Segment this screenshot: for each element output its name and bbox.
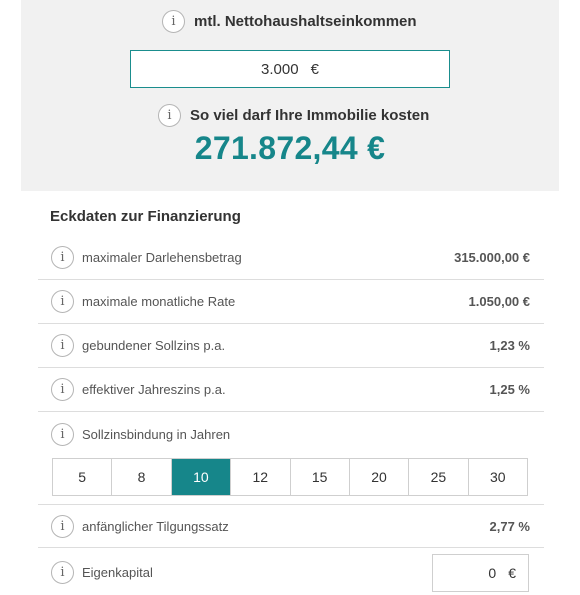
term-option-15[interactable]: 15 bbox=[290, 459, 350, 495]
term-label: Sollzinsbindung in Jahren bbox=[82, 426, 231, 442]
income-calculator-panel: i mtl. Nettohaushaltseinkommen 3.000 € i… bbox=[21, 0, 559, 191]
property-price-label: So viel darf Ihre Immobilie kosten bbox=[190, 107, 430, 124]
info-icon[interactable]: i bbox=[51, 246, 74, 269]
row-effective-interest: i effektiver Jahreszins p.a. 1,25 % bbox=[38, 368, 544, 412]
max-rate-label: maximale monatliche Rate bbox=[82, 294, 236, 309]
max-loan-label: maximaler Darlehensbetrag bbox=[82, 250, 242, 265]
financing-title: Eckdaten zur Finanzierung bbox=[50, 208, 241, 225]
info-icon[interactable]: i bbox=[51, 334, 74, 357]
term-option-8[interactable]: 8 bbox=[112, 459, 172, 495]
equity-input[interactable]: 0 € bbox=[432, 554, 529, 592]
equity-currency: € bbox=[508, 565, 516, 581]
row-nominal-interest: i gebundener Sollzins p.a. 1,23 % bbox=[38, 324, 544, 368]
max-rate-value: 1.050,00 € bbox=[468, 294, 530, 309]
term-option-20[interactable]: 20 bbox=[349, 459, 410, 495]
term-option-12[interactable]: 12 bbox=[231, 459, 291, 495]
nominal-interest-label: gebundener Sollzins p.a. bbox=[82, 338, 226, 353]
row-term-label: i Sollzinsbindung in Jahren bbox=[38, 412, 544, 456]
effective-interest-label: effektiver Jahreszins p.a. bbox=[82, 382, 226, 397]
row-max-rate: i maximale monatliche Rate 1.050,00 € bbox=[38, 280, 544, 324]
effective-interest-value: 1,25 % bbox=[489, 382, 530, 397]
info-icon[interactable]: i bbox=[51, 290, 74, 313]
equity-value: 0 bbox=[488, 565, 497, 581]
repayment-value: 2,77 % bbox=[489, 518, 530, 534]
info-icon[interactable]: i bbox=[162, 10, 185, 33]
income-input[interactable]: 3.000 € bbox=[130, 50, 450, 88]
info-icon[interactable]: i bbox=[51, 514, 74, 538]
info-icon[interactable]: i bbox=[51, 422, 74, 446]
income-value: 3.000 bbox=[261, 60, 299, 78]
income-label: mtl. Nettohaushaltseinkommen bbox=[194, 13, 417, 30]
repayment-label: anfänglicher Tilgungssatz bbox=[82, 518, 229, 534]
term-selector: 5 8 10 12 15 20 25 30 bbox=[52, 458, 528, 496]
row-repayment: i anfänglicher Tilgungssatz 2,77 % bbox=[38, 504, 544, 548]
property-label-row: i So viel darf Ihre Immobilie kosten bbox=[158, 104, 429, 127]
row-max-loan: i maximaler Darlehensbetrag 315.000,00 € bbox=[38, 236, 544, 280]
income-currency: € bbox=[310, 60, 319, 78]
info-icon[interactable]: i bbox=[51, 378, 74, 401]
info-icon[interactable]: i bbox=[158, 104, 181, 127]
max-loan-value: 315.000,00 € bbox=[454, 250, 530, 265]
term-option-30[interactable]: 30 bbox=[468, 459, 527, 495]
property-price-value: 271.872,44 € bbox=[194, 130, 386, 166]
term-option-5[interactable]: 5 bbox=[53, 459, 113, 495]
info-icon[interactable]: i bbox=[51, 560, 74, 584]
term-option-25[interactable]: 25 bbox=[409, 459, 469, 495]
nominal-interest-value: 1,23 % bbox=[489, 338, 530, 353]
term-option-10[interactable]: 10 bbox=[171, 459, 232, 495]
income-label-row: i mtl. Nettohaushaltseinkommen bbox=[162, 10, 417, 33]
